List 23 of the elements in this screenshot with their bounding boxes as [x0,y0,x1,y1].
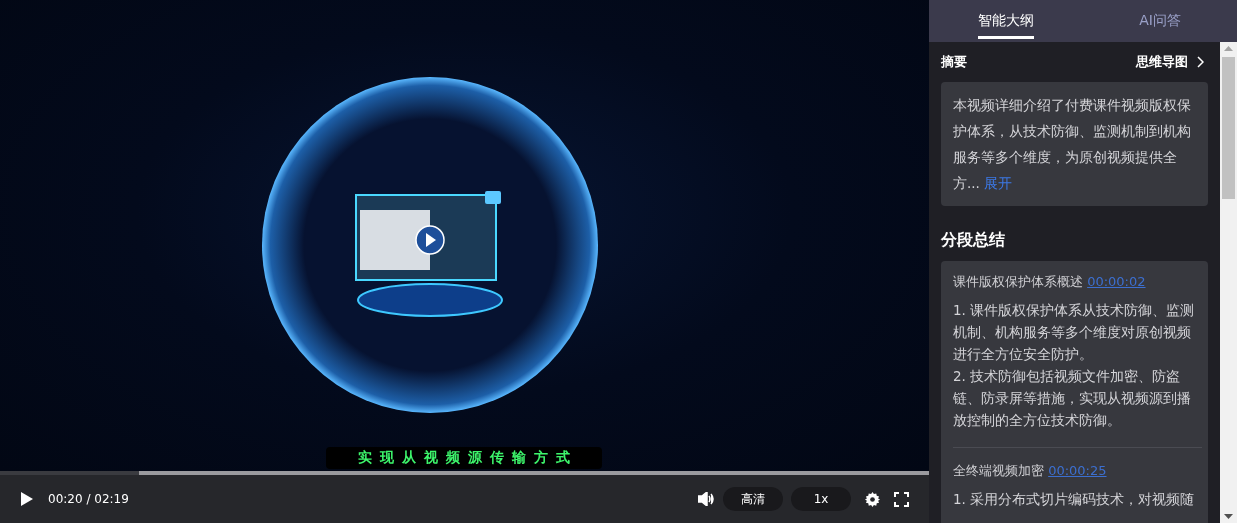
time-display: 00:20 / 02:19 [48,492,129,506]
scrollbar[interactable] [1220,42,1237,523]
section-point: 1. 采用分布式切片编码技术，对视频随 [953,490,1196,509]
fullscreen-icon[interactable] [894,491,909,507]
section-point: 1. 课件版权保护体系从技术防御、监测机制、机构服务等多个维度对原创视频进行全方位安全防护。 [953,301,1196,364]
volume-icon[interactable] [698,492,715,506]
speed-button[interactable]: 1x [791,487,851,511]
chevron-right-icon[interactable] [1196,56,1204,68]
subtitle-caption: 实现从视频源传输方式 [326,447,602,469]
quality-button[interactable]: 高清 [723,487,783,511]
scroll-down-icon[interactable] [1224,514,1233,519]
play-icon[interactable] [20,491,34,507]
section-summary-title: 分段总结 [941,230,1006,251]
summary-text: 本视频详细介绍了付费课件视频版权保护体系，从技术防御、监测机制到机构服务等多个维度，为原创视频提供全方... 展开 [953,96,1192,193]
section-point: 2. 技术防御包括视频文件加密、防盗链、防录屏等措施，实现从视频源到播放控制的全方位技术防御。 [953,367,1192,430]
progress-track[interactable] [0,471,929,475]
settings-icon[interactable] [865,491,880,507]
section-heading: 课件版权保护体系概述 00:00:02 [953,273,1147,291]
panel-tab[interactable]: AI问答 [1083,0,1237,42]
summary-title: 摘要 [941,53,967,71]
scrollbar-thumb[interactable] [1222,57,1235,199]
section-heading: 全终端视频加密 00:00:25 [953,462,1108,480]
mindmap-link[interactable]: 思维导图 [1136,53,1208,71]
